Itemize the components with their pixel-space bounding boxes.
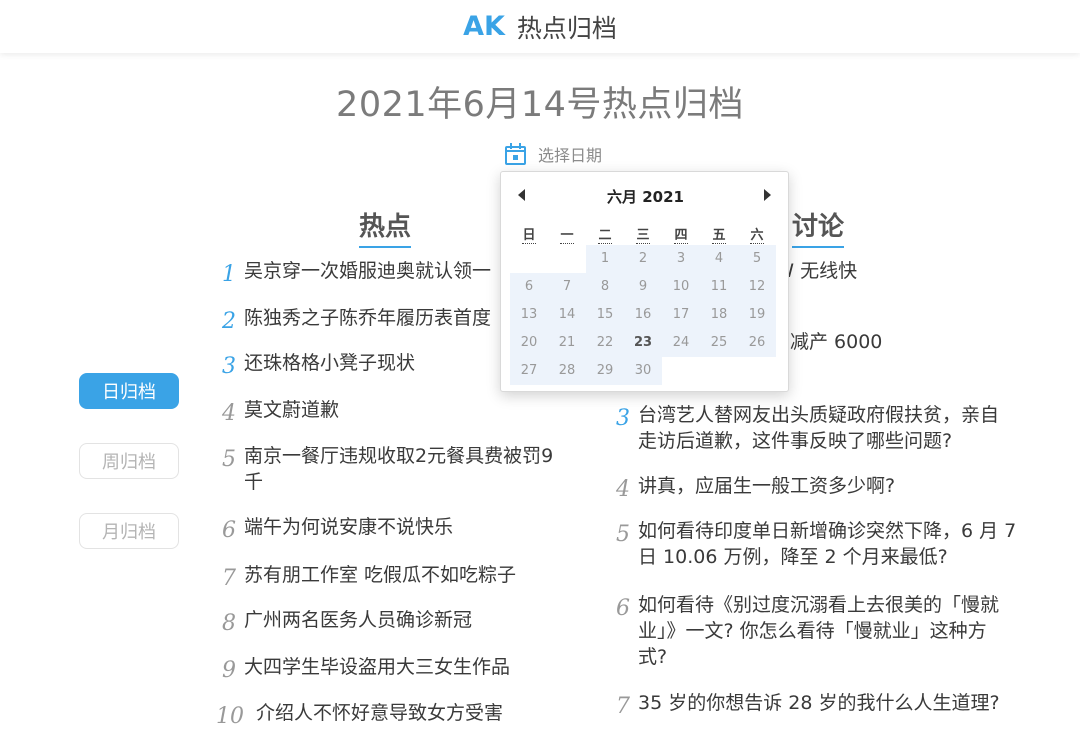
calendar-day[interactable]: 1 <box>586 245 624 273</box>
next-month-icon[interactable] <box>764 189 771 201</box>
weekday-label: 日 <box>522 228 536 244</box>
hot-item[interactable]: 5 南京一餐厅违规收取2元餐具费被罚9千 <box>216 443 556 495</box>
calendar-day[interactable]: 26 <box>738 329 776 357</box>
discussion-column-heading: 讨论 <box>792 206 845 248</box>
heading-underline <box>359 246 412 248</box>
calendar-day[interactable]: 25 <box>700 329 738 357</box>
weekly-archive-button[interactable]: 周归档 <box>79 443 179 479</box>
hot-column-heading: 热点 <box>359 206 412 248</box>
discussion-item[interactable]: 6 如何看待《别过度沉溺看上去很美的「慢就 业」》一文? 你怎么看待「慢就业」这种方… <box>610 592 1040 670</box>
heading-underline <box>792 246 845 248</box>
calendar-day[interactable]: 16 <box>624 301 662 329</box>
calendar-day[interactable]: 22 <box>586 329 624 357</box>
discussion-item-title[interactable]: 讲真，应届生一般工资多少啊? <box>638 473 1038 502</box>
calendar-day[interactable]: 29 <box>586 357 624 385</box>
brand-logo[interactable]: AK <box>463 11 505 42</box>
calendar-month-label[interactable]: 六月 2021 <box>501 186 790 207</box>
weekday-label: 六 <box>750 228 764 244</box>
discussion-item[interactable]: 7 35 岁的你想告诉 28 岁的我什么人生道理? <box>610 690 1040 719</box>
item-rank: 9 <box>222 658 236 683</box>
weekday-label: 二 <box>598 228 612 244</box>
item-rank: 6 <box>616 596 630 621</box>
discussion-item-title[interactable]: 如何看待《别过度沉溺看上去很美的「慢就 业」》一文? 你怎么看待「慢就业」这种方式… <box>638 592 1038 670</box>
calendar-day[interactable]: 13 <box>510 301 548 329</box>
calendar-day[interactable]: 18 <box>700 301 738 329</box>
item-rank: 3 <box>222 354 236 379</box>
hot-item-title[interactable]: 陈独秀之子陈乔年履历表首度 <box>244 305 491 334</box>
daily-archive-button[interactable]: 日归档 <box>79 373 179 409</box>
calendar-day[interactable]: 9 <box>624 273 662 301</box>
calendar-day[interactable]: 20 <box>510 329 548 357</box>
hot-item-title[interactable]: 介绍人不怀好意导致女方受害 <box>256 700 503 729</box>
item-rank: 1 <box>222 262 236 287</box>
date-picker-trigger[interactable]: 选择日期 <box>505 142 602 166</box>
calendar-day[interactable]: 15 <box>586 301 624 329</box>
item-rank: 4 <box>616 477 630 502</box>
hot-item-title[interactable]: 吴京穿一次婚服迪奥就认领一 <box>244 258 491 287</box>
calendar-day[interactable]: 2 <box>624 245 662 273</box>
calendar-day[interactable]: 21 <box>548 329 586 357</box>
monthly-archive-button[interactable]: 月归档 <box>79 513 179 549</box>
discussion-item[interactable]: 5 如何看待印度单日新增确诊突然下降，6 月 7日 10.06 万例，降至 2 个… <box>610 518 1040 570</box>
hot-item[interactable]: 8 广州两名医务人员确诊新冠 <box>216 607 556 636</box>
item-rank: 2 <box>222 309 236 334</box>
weekday-label: 一 <box>560 228 574 244</box>
item-rank: 5 <box>616 522 630 547</box>
calendar-day[interactable]: 28 <box>548 357 586 385</box>
item-rank: 6 <box>222 518 236 543</box>
discussion-heading-text: 讨论 <box>792 212 845 242</box>
calendar-day[interactable]: 10 <box>662 273 700 301</box>
hot-heading-text: 热点 <box>359 212 412 242</box>
calendar-day[interactable]: 14 <box>548 301 586 329</box>
calendar-popup: 六月 2021 日一二三四五六 1 2 3 4 5 6 7 8 9 10 11 12 13 14 15 16 17… <box>500 171 789 392</box>
calendar-day[interactable]: 11 <box>700 273 738 301</box>
weekday-label: 五 <box>712 228 726 244</box>
site-title[interactable]: 热点归档 <box>517 9 617 45</box>
calendar-day[interactable]: 8 <box>586 273 624 301</box>
hot-item[interactable]: 6 端午为何说安康不说快乐 <box>216 514 556 543</box>
hot-item[interactable]: 7 苏有朋工作室 吃假瓜不如吃粽子 <box>216 562 556 591</box>
calendar-day[interactable]: 7 <box>548 273 586 301</box>
calendar-day[interactable]: 4 <box>700 245 738 273</box>
discussion-item[interactable]: 4 讲真，应届生一般工资多少啊? <box>610 473 1040 502</box>
top-bar: AK 热点归档 <box>0 0 1080 53</box>
discussion-item-title[interactable]: 台湾艺人替网友出头质疑政府假扶贫，亲自 走访后道歉，这件事反映了哪些问题? <box>638 402 1038 454</box>
item-rank: 7 <box>616 694 630 719</box>
item-rank: 3 <box>616 406 630 431</box>
calendar-day[interactable]: 5 <box>738 245 776 273</box>
calendar-day[interactable]: 17 <box>662 301 700 329</box>
hot-item[interactable]: 4 莫文蔚道歉 <box>216 397 556 426</box>
calendar-day[interactable]: 27 <box>510 357 548 385</box>
item-rank: 4 <box>222 401 236 426</box>
calendar-day[interactable]: 30 <box>624 357 662 385</box>
hot-item-title[interactable]: 广州两名医务人员确诊新冠 <box>244 607 472 636</box>
discussion-item-title[interactable]: 35 岁的你想告诉 28 岁的我什么人生道理? <box>638 690 1038 719</box>
hot-item-title[interactable]: 还珠格格小凳子现状 <box>244 350 415 379</box>
hot-item-title[interactable]: 苏有朋工作室 吃假瓜不如吃粽子 <box>244 562 516 591</box>
calendar-day[interactable]: 23 <box>624 329 662 357</box>
item-rank: 10 <box>216 704 244 729</box>
weekday-label: 三 <box>636 228 650 244</box>
calendar-day[interactable]: 24 <box>662 329 700 357</box>
discussion-item[interactable]: 3 台湾艺人替网友出头质疑政府假扶贫，亲自 走访后道歉，这件事反映了哪些问题? <box>610 402 1040 454</box>
item-rank: 8 <box>222 611 236 636</box>
calendar-day[interactable]: 19 <box>738 301 776 329</box>
page-title: 2021年6月14号热点归档 <box>336 85 744 125</box>
calendar-day[interactable]: 3 <box>662 245 700 273</box>
weekday-label: 四 <box>674 228 688 244</box>
date-picker-label: 选择日期 <box>538 146 603 165</box>
discussion-item-title[interactable]: 如何看待印度单日新增确诊突然下降，6 月 7日 10.06 万例，降至 2 个月… <box>638 518 1038 570</box>
calendar-icon <box>505 143 526 165</box>
hot-item[interactable]: 10 介绍人不怀好意导致女方受害 <box>216 700 556 729</box>
hot-item[interactable]: 9 大四学生毕设盗用大三女生作品 <box>216 654 556 683</box>
hot-item-title[interactable]: 端午为何说安康不说快乐 <box>244 514 453 543</box>
calendar-day[interactable]: 6 <box>510 273 548 301</box>
hot-item-title[interactable]: 大四学生毕设盗用大三女生作品 <box>244 654 510 683</box>
calendar-day[interactable]: 12 <box>738 273 776 301</box>
hot-item-title[interactable]: 南京一餐厅违规收取2元餐具费被罚9千 <box>244 443 556 495</box>
item-rank: 7 <box>222 566 236 591</box>
item-rank: 5 <box>222 447 236 472</box>
hot-item-title[interactable]: 莫文蔚道歉 <box>244 397 339 426</box>
